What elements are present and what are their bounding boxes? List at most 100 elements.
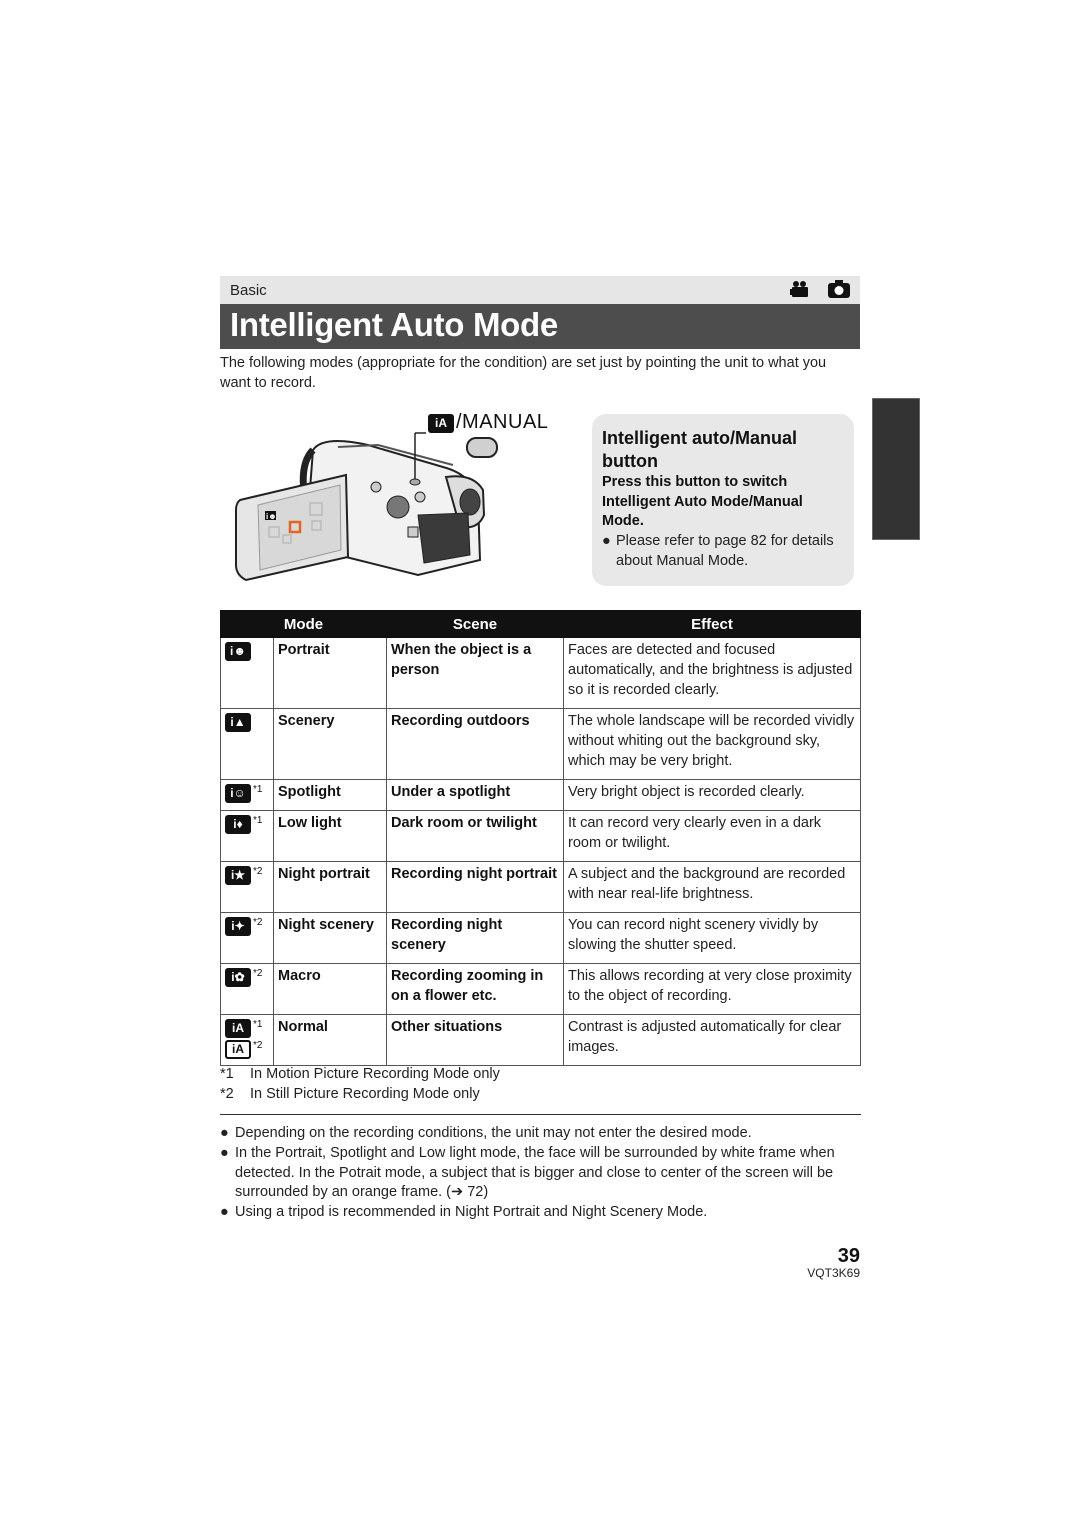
footnote-ref: *1 <box>253 784 263 795</box>
scene-text: Recording zooming in on a flower etc. <box>386 963 564 1015</box>
effect-text: It can record very clearly even in a dar… <box>563 810 861 862</box>
bullet-icon: ● <box>220 1144 229 1161</box>
footnotes: *1 In Motion Picture Recording Mode only … <box>220 1064 500 1104</box>
section-label: Basic <box>230 282 267 299</box>
mode-icon: i☺ <box>225 784 251 803</box>
effect-text: This allows recording at very close prox… <box>563 963 861 1015</box>
mode-name: Normal <box>273 1014 387 1066</box>
document-code: VQT3K69 <box>807 1266 860 1280</box>
header-scene: Scene <box>386 610 564 638</box>
table-row: i♦ *1 Low light Dark room or twilight It can… <box>220 810 861 862</box>
callout-instruction: Press this button to switch Intelligent … <box>602 474 803 529</box>
still-picture-icon <box>828 280 850 303</box>
scene-text: Dark room or twilight <box>386 810 564 862</box>
mode-icons <box>790 280 850 303</box>
side-tab <box>872 398 920 540</box>
mode-icon: i✿ <box>225 968 251 987</box>
table-row: i☻ Portrait When the object is a person Fac… <box>220 637 861 709</box>
bullet-icon: ● <box>220 1204 229 1221</box>
mode-icon: i★ <box>225 866 251 885</box>
mode-icon-cell: i☻ <box>220 637 274 709</box>
mode-icon-cell: i✿ *2 <box>220 963 274 1015</box>
bullet-icon: ● <box>602 533 611 549</box>
table-row: i☺ *1 Spotlight Under a spotlight Very brigh… <box>220 779 861 811</box>
mode-icon: i☻ <box>225 642 251 661</box>
table-row: i★ *2 Night portrait Recording night portra… <box>220 861 861 913</box>
footnote-mark: *1 <box>220 1066 234 1082</box>
bullet-icon: ● <box>220 1125 229 1141</box>
note-item: ● Using a tripod is recommended in Night … <box>220 1203 860 1223</box>
footnote-ref: *2 <box>253 917 263 928</box>
mode-name: Spotlight <box>273 779 387 811</box>
callout-note: ● Please refer to page 82 for details ab… <box>602 532 847 571</box>
effect-text: You can record night scenery vividly by … <box>563 912 861 964</box>
mode-name: Macro <box>273 963 387 1015</box>
mode-name: Night portrait <box>273 861 387 913</box>
title-bar: Intelligent Auto Mode <box>220 304 860 349</box>
page-number: 39 <box>837 1245 860 1267</box>
note-item: ● Depending on the recording conditions, … <box>220 1124 860 1144</box>
effect-text: A subject and the background are recorde… <box>563 861 861 913</box>
ia-icon: iA <box>428 414 454 433</box>
mode-icon-cell: i✦ *2 <box>220 912 274 964</box>
mode-icon-cell: iA *1 iA *2 <box>220 1014 274 1066</box>
mode-name: Scenery <box>273 708 387 780</box>
header-effect: Effect <box>563 610 861 638</box>
mode-icon-cell: i♦ *1 <box>220 810 274 862</box>
table-row: iA *1 iA *2 Normal Other situations Contrast i… <box>220 1014 861 1066</box>
mode-icon: i♦ <box>225 815 251 834</box>
footnote: *1 In Motion Picture Recording Mode only <box>220 1064 500 1084</box>
note-item: ● In the Portrait, Spotlight and Low ligh… <box>220 1144 860 1203</box>
table-row: i✦ *2 Night scenery Recording night scenery… <box>220 912 861 964</box>
callout-box: Intelligent auto/Manual button Press thi… <box>592 414 854 586</box>
motion-picture-icon <box>790 280 810 303</box>
section-header-bar: Basic <box>220 276 860 304</box>
scene-text: Recording night scenery <box>386 912 564 964</box>
mode-icon-cell: i★ *2 <box>220 861 274 913</box>
mode-icon: iA <box>225 1019 251 1038</box>
mode-icon-cell: i☺ *1 <box>220 779 274 811</box>
note-text: In the Portrait, Spotlight and Low light… <box>235 1144 835 1201</box>
intro-text: The following modes (appropriate for the… <box>220 355 827 391</box>
effect-text: The whole landscape will be recorded viv… <box>563 708 861 780</box>
mode-icon: i▲ <box>225 713 251 732</box>
effect-text: Contrast is adjusted automatically for c… <box>563 1014 861 1066</box>
mode-icon: i✦ <box>225 917 251 936</box>
header-mode: Mode <box>220 610 387 638</box>
footnote-ref: *2 <box>253 1040 263 1051</box>
mode-name: Night scenery <box>273 912 387 964</box>
footnote-mark: *2 <box>220 1086 234 1102</box>
footnote-ref: *1 <box>253 815 263 826</box>
ia-manual-button-drawing <box>466 437 498 458</box>
scene-text: Recording outdoors <box>386 708 564 780</box>
callout-note-text: Please refer to page 82 for details abou… <box>616 533 834 569</box>
table-row: i▲ Scenery Recording outdoors The whole lan… <box>220 708 861 780</box>
footnote-text: In Still Picture Recording Mode only <box>250 1086 480 1102</box>
svg-text:i☻: i☻ <box>266 512 277 521</box>
footnote-ref: *1 <box>253 1019 263 1030</box>
footnote-ref: *2 <box>253 866 263 877</box>
scene-text: Other situations <box>386 1014 564 1066</box>
table-header-row: Mode Scene Effect <box>220 610 861 638</box>
mode-name: Low light <box>273 810 387 862</box>
mode-name: Portrait <box>273 637 387 709</box>
manual-label: /MANUAL <box>456 411 549 433</box>
mode-icon-cell: i▲ <box>220 708 274 780</box>
effect-text: Very bright object is recorded clearly. <box>563 779 861 811</box>
footnote: *2 In Still Picture Recording Mode only <box>220 1084 500 1104</box>
modes-table: Mode Scene Effect i☻ Portrait When the obj… <box>220 610 861 1066</box>
note-text: Using a tripod is recommended in Night P… <box>235 1204 708 1221</box>
page-title: Intelligent Auto Mode <box>230 306 558 343</box>
note-text: Depending on the recording conditions, t… <box>235 1125 752 1141</box>
callout-title: Intelligent auto/Manual button <box>602 428 798 471</box>
scene-text: Under a spotlight <box>386 779 564 811</box>
mode-icon: iA <box>225 1040 251 1059</box>
scene-text: When the object is a person <box>386 637 564 709</box>
notes-list: ● Depending on the recording conditions, … <box>220 1124 860 1223</box>
scene-text: Recording night portrait <box>386 861 564 913</box>
divider <box>220 1114 861 1115</box>
effect-text: Faces are detected and focused automatic… <box>563 637 861 709</box>
footnote-text: In Motion Picture Recording Mode only <box>250 1066 500 1082</box>
ia-manual-label: iA /MANUAL <box>428 411 548 434</box>
footnote-ref: *2 <box>253 968 263 979</box>
